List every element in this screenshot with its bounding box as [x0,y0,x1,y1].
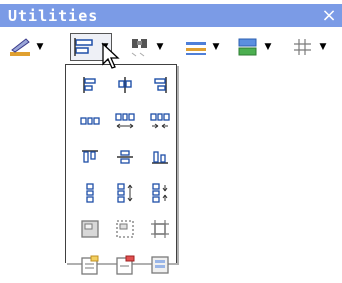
expand-vertical-icon [114,182,136,208]
group-button[interactable] [74,215,106,247]
align-middle-icon [114,146,136,172]
align-top-button[interactable] [74,143,106,175]
align-bottom-icon [149,146,171,172]
window-title: Utilities [8,6,99,25]
utilities-palette: Utilities × ▼ ▼ ▼ ▼ ▼ [0,0,342,275]
align-dropdown [65,64,177,275]
distribute-vertical-button[interactable] [74,179,106,211]
arrange-icon [149,254,171,280]
arrange-button[interactable] [144,251,176,283]
group-icon [79,218,101,244]
expand-horizontal-icon [114,110,136,136]
chevron-down-icon[interactable]: ▼ [156,42,164,52]
chevron-down-icon[interactable]: ▼ [212,42,220,52]
distribute-horizontal-button[interactable] [74,107,106,139]
ungroup-icon [114,218,136,244]
line-weight-button[interactable]: ▼ [184,35,220,59]
align-distribute-icon [73,36,97,58]
align-center-icon [114,74,136,100]
grid-icon [291,36,315,58]
toolbar: ▼ ▼ ▼ ▼ ▼ [0,27,342,65]
chevron-down-icon[interactable]: ▼ [264,42,272,52]
expand-horizontal-button[interactable] [109,107,141,139]
shrink-vertical-button[interactable] [144,179,176,211]
title-bar[interactable]: Utilities × [0,4,342,27]
distribute-horizontal-icon [79,110,101,136]
align-center-button[interactable] [109,71,141,103]
align-grid [74,71,176,283]
close-button[interactable]: × [316,5,342,26]
align-top-icon [79,146,101,172]
grid-button[interactable]: ▼ [291,35,327,59]
mouse-pointer-icon [102,42,120,69]
binoculars-icon [128,36,152,58]
bring-to-front-icon [79,254,101,280]
ungroup-button[interactable] [109,215,141,247]
send-to-back-button[interactable] [109,251,141,283]
line-weight-icon [184,36,208,58]
line-style-icon [8,36,32,58]
chevron-down-icon[interactable]: ▼ [36,42,44,52]
bring-to-front-button[interactable] [74,251,106,283]
align-left-button[interactable] [74,71,106,103]
distribute-vertical-icon [79,182,101,208]
shrink-horizontal-icon [149,110,171,136]
chevron-down-icon[interactable]: ▼ [319,42,327,52]
make-same-size-icon [149,218,171,244]
align-middle-button[interactable] [109,143,141,175]
find-button[interactable]: ▼ [128,35,164,59]
shrink-horizontal-button[interactable] [144,107,176,139]
fill-color-icon [236,36,260,58]
shrink-vertical-icon [149,182,171,208]
align-bottom-button[interactable] [144,143,176,175]
expand-vertical-button[interactable] [109,179,141,211]
send-to-back-icon [114,254,136,280]
align-left-icon [79,74,101,100]
align-right-button[interactable] [144,71,176,103]
fill-button[interactable]: ▼ [236,35,272,59]
line-style-button[interactable]: ▼ [8,35,44,59]
align-right-icon [149,74,171,100]
make-same-size-button[interactable] [144,215,176,247]
